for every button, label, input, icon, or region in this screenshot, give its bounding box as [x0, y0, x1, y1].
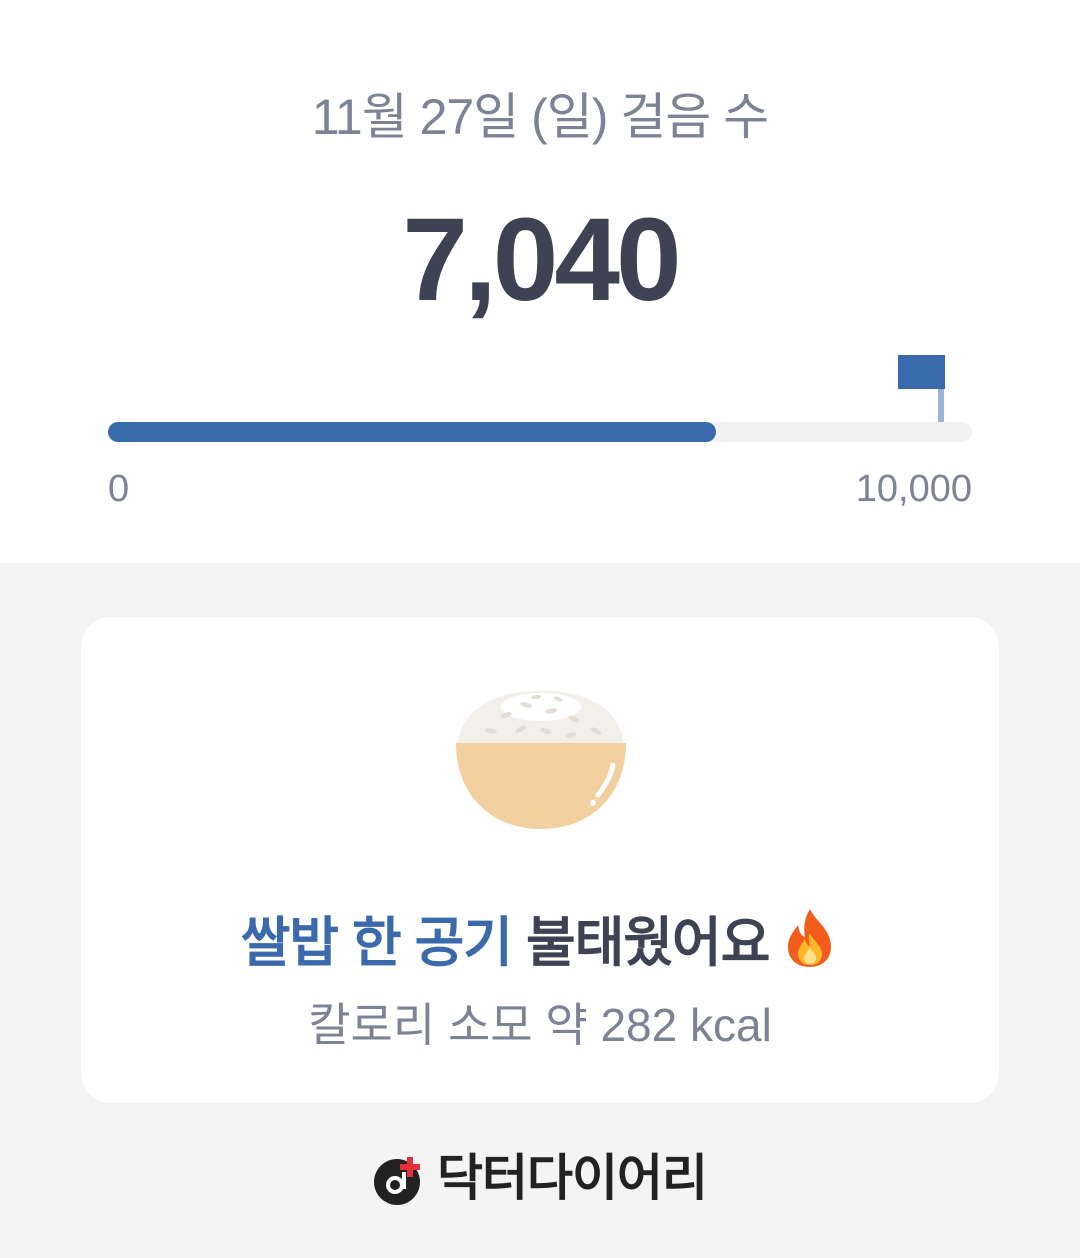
doctor-diary-logo-icon	[374, 1157, 420, 1205]
step-progress-bar	[108, 422, 972, 442]
headline-highlight: 쌀밥 한 공기	[240, 913, 513, 973]
progress-min-label: 0	[108, 468, 130, 510]
progress-max-label: 10,000	[855, 468, 972, 510]
calorie-text: 칼로리 소모 약 282 kcal	[308, 999, 772, 1051]
step-count: 7,040	[402, 194, 681, 326]
goal-flag-pole	[938, 386, 944, 422]
brand-name: 닥터다이어리	[437, 1150, 708, 1206]
step-summary-panel: 11월 27일 (일) 걸음 수 7,040 0 10,000	[0, 0, 1080, 563]
calorie-headline: 쌀밥 한 공기 불태웠어요	[0, 905, 1080, 981]
step-progress-fill	[108, 422, 717, 442]
page-title: 11월 27일 (일) 걸음 수	[311, 89, 769, 145]
fire-icon	[788, 909, 832, 967]
brand-footer: 닥터다이어리	[0, 1148, 1080, 1221]
flag-icon	[898, 355, 945, 389]
rice-bowl-icon	[456, 690, 626, 829]
headline-text: 불태웠어요	[526, 913, 770, 973]
